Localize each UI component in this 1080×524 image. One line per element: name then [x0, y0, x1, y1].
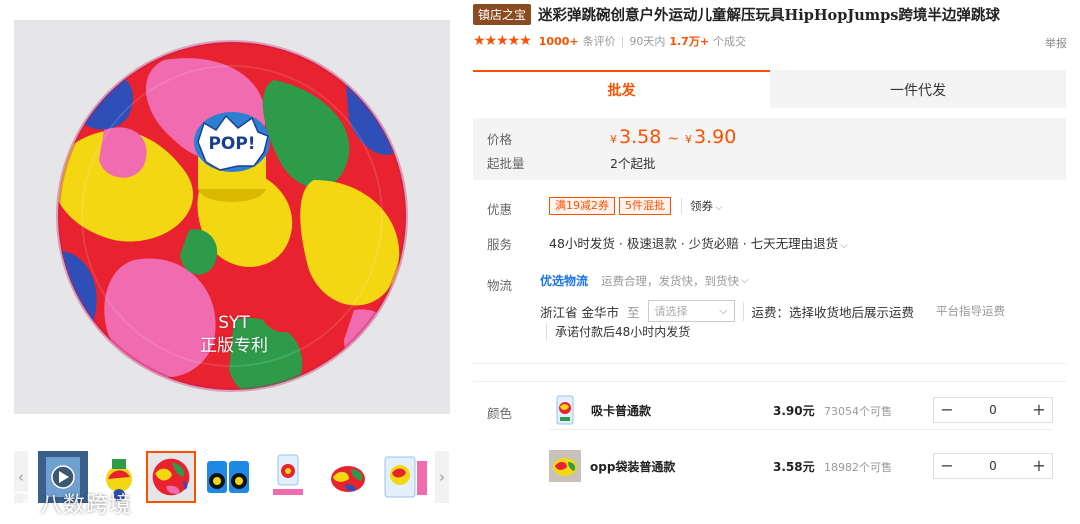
increment-button[interactable]: + — [1026, 398, 1052, 422]
service-label: 服务 — [487, 237, 513, 252]
review-label[interactable]: 条评价 — [583, 33, 616, 49]
caption-patent: 正版专利 — [200, 336, 268, 356]
sku-name: 吸卡普通款 — [591, 404, 652, 418]
purchase-mode-tabs: 批发 一件代发 — [473, 70, 1066, 108]
increment-button[interactable]: + — [1026, 454, 1052, 478]
sku-price: 3.90元 — [773, 404, 815, 418]
caption-brand: SYT — [218, 313, 250, 333]
price-label: 价格 — [487, 132, 513, 147]
decrement-button[interactable]: − — [934, 398, 960, 422]
coupon-tags: 满19减2券 5件混批 领券 ⌵ — [549, 197, 723, 215]
price-min: 3.58 — [619, 126, 662, 148]
price-range: ¥3.58 ~ ¥3.90 — [610, 126, 736, 148]
thumbnail-5[interactable] — [263, 451, 313, 503]
tab-wholesale[interactable]: 批发 — [473, 70, 770, 108]
deals-count: 1.7万+ — [669, 35, 710, 48]
sku-thumbnail[interactable] — [551, 394, 579, 426]
coupon-tag[interactable]: 满19减2券 — [549, 197, 615, 215]
product-title: 迷彩弹跳碗创意户外运动儿童解压玩具HipHopJumps跨境半边弹跳球 — [538, 7, 1000, 24]
guide-fee-link[interactable]: 平台指导运费 — [936, 303, 1005, 319]
mixed-batch-tag[interactable]: 5件混批 — [619, 197, 671, 215]
preferred-logistics-badge: 优选物流 — [540, 274, 589, 288]
section-divider — [473, 381, 1066, 382]
sku-row-divider — [549, 429, 1053, 430]
ship-origin: 浙江省 金华市 — [540, 304, 619, 320]
logistics-note[interactable]: 运费合理，发货快，到货快 — [601, 273, 739, 289]
color-label: 颜色 — [487, 406, 513, 421]
moq-value: 2个起批 — [610, 156, 656, 171]
svg-text:POP!: POP! — [208, 134, 255, 154]
claim-coupon-button[interactable]: 领券 ⌵ — [681, 198, 723, 214]
sku-stock: 18982个可售 — [824, 461, 892, 474]
shipping-row: 浙江省 金华市 至 请选择 ⌵ 运费：选择收货地后展示运费 平台指导运费 — [540, 300, 1005, 322]
service-list[interactable]: 48小时发货 · 极速退款 · 少货必赔 · 七天无理由退货 ⌵ — [549, 233, 848, 252]
chevron-down-icon: ⌵ — [719, 304, 728, 317]
region-placeholder: 请选择 — [654, 305, 688, 318]
thumb-next-arrow-icon[interactable]: › — [435, 451, 449, 503]
rating-stars-icon: ★★★★★ — [473, 33, 532, 49]
watermark-logo-icon — [9, 491, 33, 515]
region-select[interactable]: 请选择 ⌵ — [647, 300, 735, 322]
watermark: 八数跨境 — [8, 486, 132, 520]
quantity-stepper: − 0 + — [933, 397, 1053, 423]
currency-symbol: ¥ — [685, 133, 693, 146]
shop-badge: 镇店之宝 — [473, 4, 532, 25]
delivery-promise: 承诺付款后48小时内发货 — [546, 323, 690, 340]
sku-thumbnail[interactable] — [549, 450, 581, 482]
title-row: 镇店之宝 迷彩弹跳碗创意户外运动儿童解压玩具HipHopJumps跨境半边弹跳球 — [473, 4, 1073, 25]
sku-price: 3.58元 — [773, 460, 815, 474]
price-box: 价格 ¥3.58 ~ ¥3.90 起批量 2个起批 — [473, 118, 1066, 180]
service-text: 48小时发货 · 极速退款 · 少货必赔 · 七天无理由退货 — [549, 236, 839, 251]
chevron-down-icon: ⌵ — [840, 240, 848, 251]
moq-label: 起批量 — [487, 156, 525, 171]
chevron-down-icon[interactable]: ⌵ — [741, 275, 749, 286]
sku-row: 吸卡普通款 3.90元 73054个可售 − 0 + — [549, 393, 1053, 431]
review-count[interactable]: 1000+ — [539, 35, 579, 48]
logistics-label: 物流 — [487, 278, 513, 293]
decrement-button[interactable]: − — [934, 454, 960, 478]
section-divider — [473, 363, 1066, 364]
watermark-text: 八数跨境 — [40, 493, 133, 518]
stats-divider: | — [620, 34, 625, 48]
deals-label: 个成交 — [713, 35, 747, 48]
ship-to-label: 至 — [626, 304, 640, 320]
quantity-value[interactable]: 0 — [960, 459, 1026, 473]
chevron-down-icon: ⌵ — [715, 202, 723, 213]
price-max: 3.90 — [694, 126, 737, 148]
period-label: 90天内 — [629, 35, 666, 48]
thumbnail-4[interactable] — [203, 451, 253, 503]
logistics-summary: 优选物流 运费合理，发货快，到货快 ⌵ — [540, 272, 749, 289]
main-product-image[interactable]: POP! SYT 正版专利 — [14, 20, 450, 414]
currency-symbol: ¥ — [610, 133, 617, 146]
thumbnail-7[interactable] — [379, 451, 429, 503]
tab-dropship[interactable]: 一件代发 — [770, 70, 1066, 108]
sku-row: opp袋装普通款 3.58元 18982个可售 − 0 + — [549, 449, 1053, 487]
price-separator: ~ — [667, 131, 680, 147]
main-image-caption: SYT 正版专利 — [164, 312, 304, 358]
sku-stock: 73054个可售 — [824, 405, 892, 418]
claim-coupon-label: 领券 — [690, 199, 713, 213]
quantity-stepper: − 0 + — [933, 453, 1053, 479]
report-link[interactable]: 举报 — [1045, 35, 1067, 51]
stats-row: ★★★★★ 1000+ 条评价 | 90天内 1.7万+ 个成交 举报 — [473, 32, 1067, 50]
discount-label: 优惠 — [487, 202, 513, 217]
shipping-fee-text: 运费：选择收货地后展示运费 — [742, 301, 914, 321]
thumbnail-3-selected[interactable] — [146, 451, 196, 503]
quantity-value[interactable]: 0 — [960, 403, 1026, 417]
thumbnail-6[interactable] — [323, 451, 373, 503]
sku-name: opp袋装普通款 — [590, 460, 676, 474]
